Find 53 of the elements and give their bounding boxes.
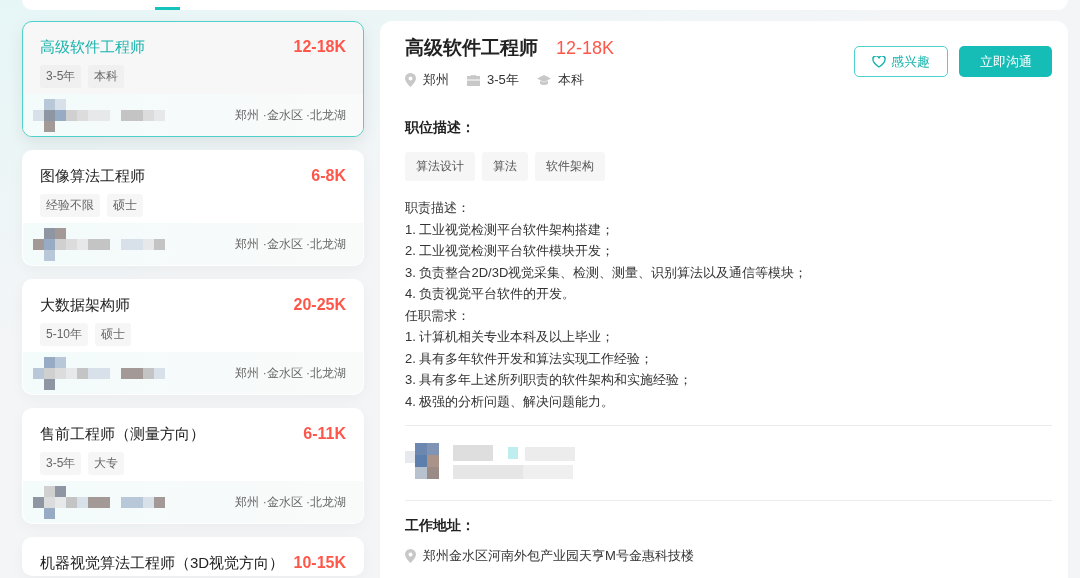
tag: 本科	[88, 65, 125, 88]
job-card[interactable]: 机器视觉算法工程师（3D视觉方向） 10-15K	[22, 537, 364, 576]
location: 郑州 ·金水区 ·北龙湖	[235, 493, 346, 511]
briefcase-icon	[467, 74, 480, 86]
salary: 12-18K	[556, 37, 615, 59]
description-line: 2. 工业视觉检测平台软件模块开发；	[405, 242, 616, 260]
job-title: 高级软件工程师	[40, 37, 145, 57]
job-title: 机器视觉算法工程师（3D视觉方向）	[40, 553, 285, 573]
description-line: 2. 具有多年软件开发和算法实现工作经验；	[405, 349, 655, 368]
skill-tag: 软件架构	[535, 152, 605, 181]
tag: 3-5年	[40, 65, 82, 88]
salary: 20-25K	[293, 296, 346, 314]
city: 郑州	[423, 71, 449, 89]
description-line: 3. 具有多年上述所列职责的软件架构和实施经验；	[405, 371, 694, 389]
description-line: 任职需求：	[405, 306, 471, 325]
location-pin-icon	[405, 549, 416, 563]
tag: 硕士	[107, 194, 143, 217]
graduation-cap-icon	[536, 74, 551, 86]
heart-icon	[872, 55, 886, 68]
job-title: 大数据架构师	[40, 295, 130, 315]
description-line: 3. 负责整合2D/3D视觉采集、检测、测量、识别算法以及通信等模块；	[405, 263, 809, 282]
tag: 硕士	[95, 323, 132, 346]
skill-tag: 算法设计	[405, 152, 475, 181]
job-card[interactable]: 高级软件工程师 12-18K 3-5年 本科 郑州 ·金水区 ·北龙湖	[22, 21, 364, 137]
tag: 大专	[88, 452, 125, 475]
tag: 5-10年	[40, 323, 89, 346]
salary: 6-8K	[311, 167, 346, 185]
address: 郑州金水区河南外包产业园天亨M号金惠科技楼	[423, 547, 694, 565]
description-line: 1. 工业视觉检测平台软件架构搭建；	[405, 220, 616, 239]
salary: 12-18K	[293, 38, 346, 56]
salary: 10-15K	[293, 554, 346, 572]
salary: 6-11K	[303, 425, 346, 443]
section-heading: 职位描述：	[405, 119, 476, 137]
description-line: 职责描述：	[405, 199, 471, 217]
job-card[interactable]: 售前工程师（测量方向） 6-11K 3-5年 大专 郑州 ·金水区 ·北龙湖	[22, 408, 364, 524]
job-title: 图像算法工程师	[40, 166, 145, 186]
location: 郑州 ·金水区 ·北龙湖	[235, 235, 346, 253]
job-title: 高级软件工程师	[405, 36, 538, 60]
job-card[interactable]: 图像算法工程师 6-8K 经验不限 硕士 郑州 ·金水区 ·北龙湖	[22, 150, 364, 266]
experience: 3-5年	[487, 71, 519, 89]
education: 本科	[557, 71, 584, 89]
section-heading: 工作地址：	[405, 517, 476, 535]
description-line: 1. 计算机相关专业本科及以上毕业；	[405, 328, 616, 346]
location: 郑州 ·金水区 ·北龙湖	[235, 364, 346, 382]
location-pin-icon	[405, 73, 416, 87]
job-title: 售前工程师（测量方向）	[40, 424, 205, 444]
description-line: 4. 极强的分析问题、解决问题能力。	[405, 392, 616, 411]
location: 郑州 ·金水区 ·北龙湖	[235, 106, 346, 124]
job-card[interactable]: 大数据架构师 20-25K 5-10年 硕士 郑州 ·金水区 ·北龙湖	[22, 279, 364, 395]
tag: 经验不限	[40, 194, 100, 217]
description-line: 4. 负责视觉平台软件的开发。	[405, 285, 577, 303]
skill-tag: 算法	[482, 152, 528, 181]
tag: 3-5年	[40, 452, 82, 475]
